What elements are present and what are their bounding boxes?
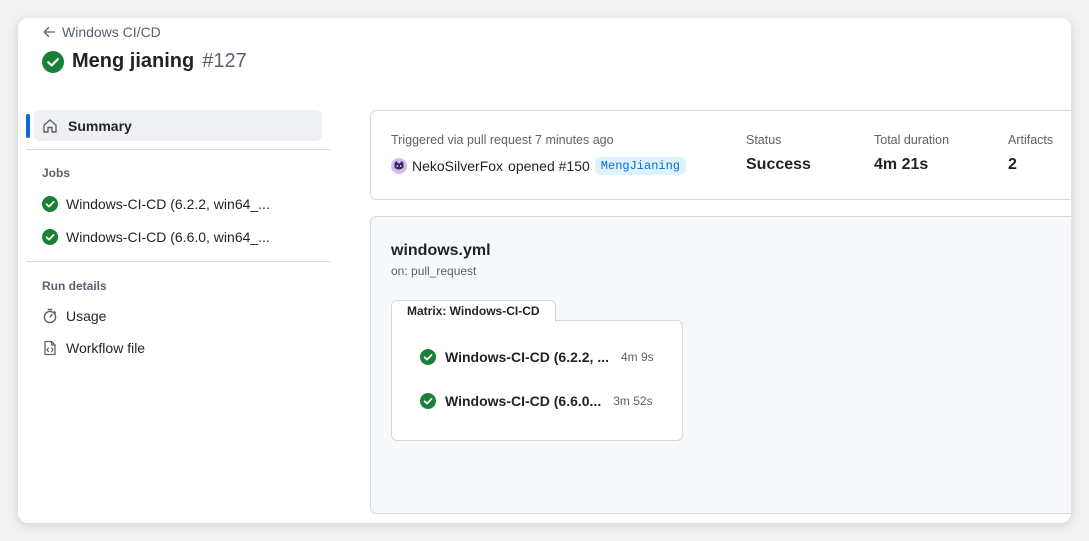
duration-value: 4m 21s (874, 156, 929, 173)
status-stat: Status Success (746, 133, 811, 174)
sidebar-item-usage[interactable]: Usage (26, 300, 331, 332)
graph-job[interactable]: Windows-CI-CD (6.6.0... 3m 52s (420, 393, 653, 409)
back-link-label[interactable]: Windows CI/CD (62, 24, 161, 40)
success-check-icon (420, 349, 436, 365)
workflow-name: windows.yml (391, 242, 491, 259)
actor-link[interactable]: NekoSilverFox (412, 158, 503, 174)
duration-label: Total duration (874, 133, 950, 147)
trigger-row: NekoSilverFox opened #150 MengJianing (391, 157, 687, 175)
success-check-icon (42, 195, 58, 212)
sidebar-item-job[interactable]: Windows-CI-CD (6.2.2, win64_... (26, 187, 331, 220)
branch-badge[interactable]: MengJianing (594, 157, 687, 175)
status-value: Success (746, 156, 811, 173)
graph-job-duration: 4m 9s (621, 350, 654, 364)
sidebar-item-label: Summary (68, 117, 132, 134)
matrix-box: Windows-CI-CD (6.2.2, ... 4m 9s Windows-… (391, 320, 683, 441)
back-link[interactable]: Windows CI/CD (42, 24, 161, 40)
success-check-icon (42, 50, 64, 73)
graph-job-duration: 3m 52s (613, 394, 653, 408)
divider (26, 261, 331, 262)
status-label: Status (746, 133, 782, 147)
artifacts-label: Artifacts (1008, 133, 1054, 147)
artifacts-stat: Artifacts 2 (1008, 133, 1053, 174)
sidebar-item-summary[interactable]: Summary (26, 110, 322, 141)
run-title-text: Meng jianing (72, 50, 195, 72)
stopwatch-icon (43, 308, 57, 324)
avatar[interactable] (391, 158, 407, 174)
job-label: Windows-CI-CD (6.2.2, win64_... (66, 195, 270, 212)
run-number: #127 (202, 50, 247, 72)
file-code-icon (44, 340, 56, 356)
job-label: Windows-CI-CD (6.6.0, win64_... (66, 228, 270, 245)
sidebar-item-workflow-file[interactable]: Workflow file (26, 332, 331, 364)
success-check-icon (42, 228, 58, 245)
graph-job-label: Windows-CI-CD (6.6.0... (445, 393, 602, 409)
app-window: Windows CI/CD Meng jianing #127 Summary … (18, 18, 1071, 523)
success-check-icon (420, 393, 436, 409)
workflow-graph: windows.yml on: pull_request Matrix: Win… (370, 216, 1071, 514)
artifacts-value[interactable]: 2 (1008, 156, 1053, 174)
run-details-heading: Run details (42, 279, 107, 293)
trigger-action[interactable]: opened #150 (508, 158, 590, 174)
workflow-file-label: Workflow file (66, 340, 146, 356)
trigger-text: Triggered via pull request 7 minutes ago (391, 133, 614, 147)
duration-stat: Total duration 4m 21s (874, 133, 949, 174)
graph-job[interactable]: Windows-CI-CD (6.2.2, ... 4m 9s (420, 349, 654, 365)
run-summary-card: Triggered via pull request 7 minutes ago… (370, 110, 1071, 200)
workflow-trigger: on: pull_request (391, 264, 477, 278)
divider (26, 149, 331, 150)
sidebar-item-job[interactable]: Windows-CI-CD (6.6.0, win64_... (26, 220, 331, 253)
jobs-heading: Jobs (42, 166, 71, 180)
home-icon (43, 118, 57, 133)
page-title: Meng jianing #127 (42, 50, 247, 73)
graph-job-label: Windows-CI-CD (6.2.2, ... (445, 349, 609, 365)
sidebar: Summary Jobs Windows-CI-CD (6.2.2, win64… (26, 110, 331, 364)
arrow-left-icon (43, 26, 55, 38)
usage-label: Usage (66, 308, 107, 324)
matrix-tab[interactable]: Matrix: Windows-CI-CD (391, 300, 556, 322)
fox-avatar-icon (394, 161, 404, 170)
